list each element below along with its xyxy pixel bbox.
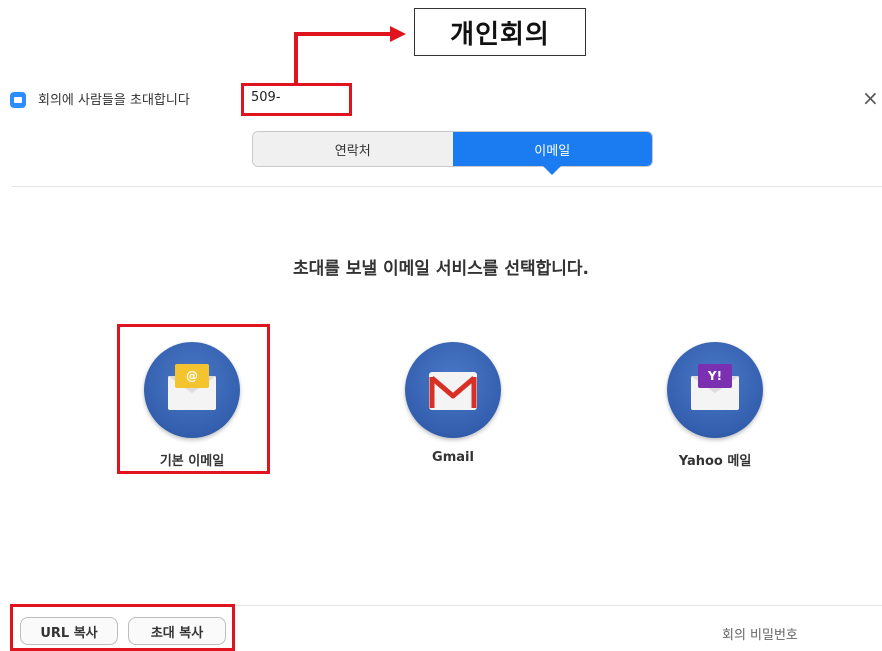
email-service-heading: 초대를 보낼 이메일 서비스를 선택합니다. — [292, 259, 589, 279]
meeting-passcode-label: 회의 비밀번호 — [722, 628, 798, 643]
gmail-option[interactable]: Gmail — [383, 342, 523, 465]
tab-email[interactable]: 이메일 — [452, 132, 652, 166]
yahoo-mail-label: Yahoo 메일 — [678, 454, 752, 469]
annotation-callout: 개인회의 — [414, 8, 586, 56]
annotation-box-default-email — [117, 324, 270, 474]
yahoo-mail-icon: Y! — [667, 342, 763, 438]
tab-contacts[interactable]: 연락처 — [253, 132, 453, 166]
yahoo-logo-icon: Y! — [698, 364, 732, 388]
annotation-callout-text: 개인회의 — [450, 19, 550, 50]
meeting-id: 509- — [251, 90, 281, 105]
zoom-app-icon — [10, 92, 26, 108]
gmail-envelope-icon — [429, 372, 477, 410]
active-tab-pointer — [543, 166, 561, 175]
annotation-arrowhead — [390, 26, 406, 42]
gmail-icon — [405, 342, 501, 438]
close-icon[interactable]: × — [862, 86, 879, 110]
window-title: 회의에 사람들을 초대합니다 — [38, 93, 190, 108]
yahoo-mail-option[interactable]: Y! Yahoo 메일 — [645, 342, 785, 469]
gmail-label: Gmail — [432, 450, 474, 465]
annotation-arrow-horizontal — [294, 32, 392, 36]
annotation-box-copy-buttons — [10, 604, 235, 651]
invite-tabs: 연락처 이메일 — [252, 131, 653, 167]
annotation-arrow-vertical — [294, 34, 298, 86]
header-divider — [12, 186, 882, 187]
